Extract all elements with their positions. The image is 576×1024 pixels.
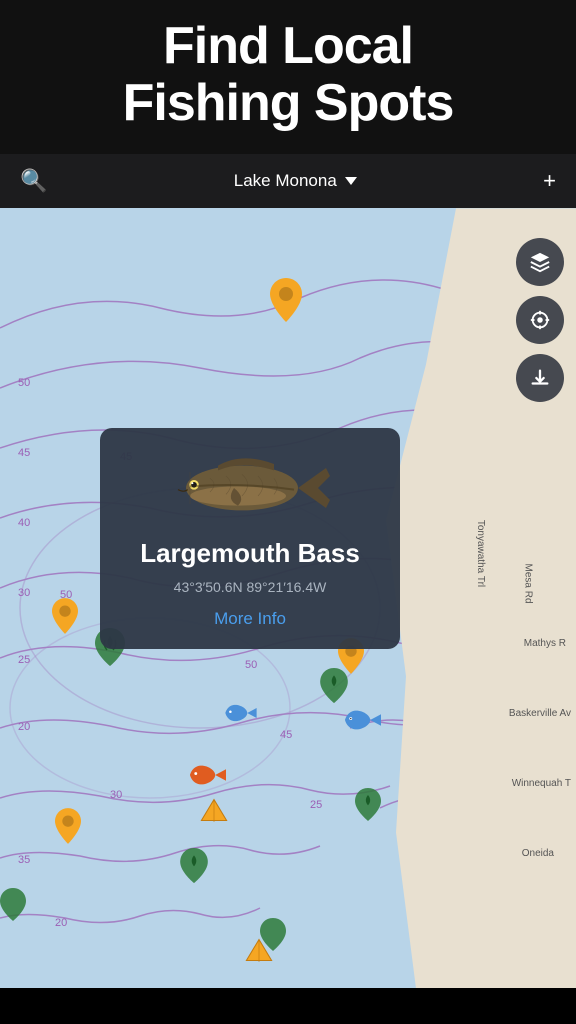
header-title-line1: Find Local: [163, 17, 413, 75]
road-mathys: Mathys R: [524, 638, 566, 649]
svg-text:20: 20: [55, 917, 67, 929]
camp-marker[interactable]: [200, 798, 228, 827]
vegetation-marker-4[interactable]: [355, 788, 381, 826]
app-header-banner: Find Local Fishing Spots: [0, 0, 576, 154]
fish-species-name: Largemouth Bass: [140, 538, 360, 569]
search-icon[interactable]: 🔍: [20, 168, 47, 194]
fish-info-card: Largemouth Bass 43°3′50.6N 89°21′16.4W M…: [100, 428, 400, 649]
locate-button[interactable]: [516, 296, 564, 344]
svg-text:35: 35: [18, 854, 30, 866]
fish-activity-marker-2[interactable]: [190, 763, 226, 792]
svg-text:50: 50: [245, 659, 257, 671]
svg-text:30: 30: [18, 587, 30, 599]
road-baskerville: Baskerville Av: [509, 708, 571, 719]
fish-coordinates: 43°3′50.6N 89°21′16.4W: [174, 579, 327, 595]
selected-location-pin[interactable]: [270, 278, 302, 322]
road-mesa: Mesa Rd: [522, 564, 533, 604]
map-toolbar: 🔍 Lake Monona +: [0, 154, 576, 208]
more-info-button[interactable]: More Info: [214, 609, 286, 629]
fish-illustration: [170, 448, 330, 528]
vegetation-marker-5[interactable]: [0, 888, 26, 926]
location-pin-left1[interactable]: [52, 598, 78, 634]
svg-text:50: 50: [18, 377, 30, 389]
camp-marker-2[interactable]: [245, 938, 273, 967]
road-winnequah: Winnequah T: [512, 778, 571, 789]
fab-group: [516, 238, 564, 402]
fish-activity-marker-3[interactable]: [225, 703, 257, 728]
svg-text:45: 45: [18, 447, 30, 459]
svg-text:25: 25: [310, 799, 322, 811]
svg-text:25: 25: [18, 654, 30, 666]
road-tonyawatha: Tonyawatha Trl: [475, 520, 486, 587]
vegetation-marker-2[interactable]: [320, 668, 348, 708]
location-pin-bottom-left[interactable]: [55, 808, 81, 844]
svg-text:30: 30: [110, 789, 122, 801]
download-button[interactable]: [516, 354, 564, 402]
vegetation-marker-3[interactable]: [180, 848, 208, 888]
road-oneida: Oneida: [522, 848, 554, 859]
fish-activity-marker-1[interactable]: [345, 708, 381, 737]
lake-selector[interactable]: Lake Monona: [234, 171, 357, 191]
header-title-line2: Fishing Spots: [123, 74, 454, 132]
svg-text:40: 40: [18, 517, 30, 529]
add-location-icon[interactable]: +: [543, 168, 556, 194]
lake-name-label: Lake Monona: [234, 171, 337, 191]
map-view: 50 45 40 30 25 20 35 50 45 25 20 10 50 4…: [0, 208, 576, 988]
layers-button[interactable]: [516, 238, 564, 286]
svg-text:45: 45: [280, 729, 292, 741]
svg-text:20: 20: [18, 721, 30, 733]
chevron-down-icon: [345, 177, 357, 185]
